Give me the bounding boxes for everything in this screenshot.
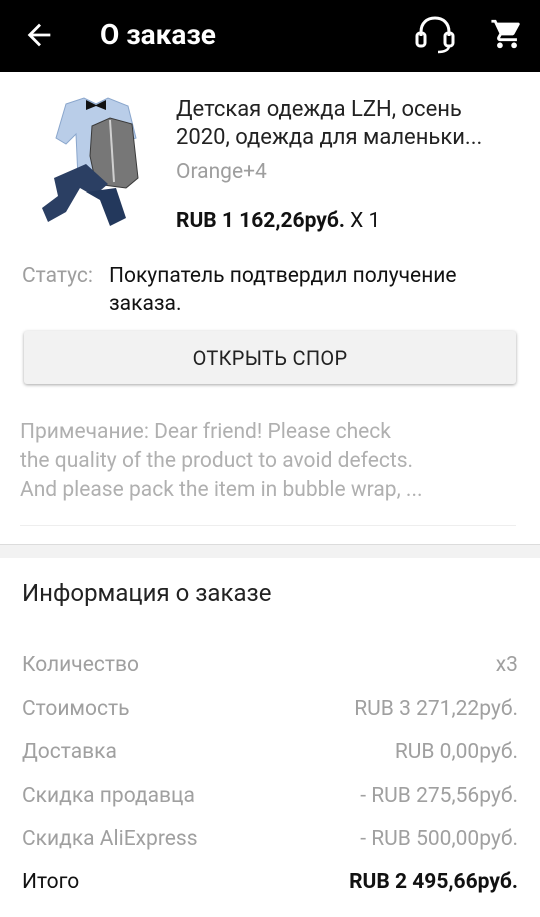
divider xyxy=(20,525,516,526)
product-price-line: RUB 1 162,26руб. X 1 xyxy=(176,207,380,235)
product-price: RUB 1 162,26руб. xyxy=(176,209,345,233)
product-title[interactable]: Детская одежда LZH, осень 2020, одежда д… xyxy=(176,96,516,152)
order-info-title: Информация о заказе xyxy=(22,579,272,607)
info-label: Стоимость xyxy=(22,697,130,721)
info-row-seller-discount: Скидка продавца - RUB 275,56руб. xyxy=(22,781,518,811)
app-bar: О заказе xyxy=(0,0,540,72)
seller-note: Примечание: Dear friend! Please check th… xyxy=(20,418,510,505)
info-value: - RUB 500,00руб. xyxy=(360,827,518,851)
cart-icon[interactable] xyxy=(490,16,524,52)
info-label: Итого xyxy=(22,870,80,894)
product-title-line1: Детская одежда LZH, осень xyxy=(176,97,462,122)
product-image[interactable] xyxy=(36,92,158,232)
headset-icon[interactable] xyxy=(413,14,457,54)
info-value: RUB 3 271,22руб. xyxy=(354,697,518,721)
note-text-line1: Dear friend! Please check xyxy=(148,420,391,444)
info-label: Скидка продавца xyxy=(22,784,195,808)
info-label: Скидка AliExpress xyxy=(22,827,198,851)
info-value: - RUB 275,56руб. xyxy=(360,784,518,808)
info-row-quantity: Количество x3 xyxy=(22,650,518,680)
note-label: Примечание: xyxy=(20,420,149,444)
info-row-total: Итого RUB 2 495,66руб. xyxy=(22,867,518,897)
note-line1: Примечание: Dear friend! Please check xyxy=(20,418,510,447)
order-status: Статус: Покупатель подтвердил получение … xyxy=(22,262,522,316)
status-label: Статус: xyxy=(22,264,93,288)
info-label: Количество xyxy=(22,653,139,677)
info-value: RUB 0,00руб. xyxy=(394,740,518,764)
product-quantity: X 1 xyxy=(350,209,381,233)
note-text-line3: And please pack the item in bubble wrap,… xyxy=(20,478,423,502)
product-title-line2: 2020, одежда для маленьки... xyxy=(176,125,483,150)
open-dispute-button[interactable]: ОТКРЫТЬ СПОР xyxy=(24,331,516,384)
info-value: x3 xyxy=(495,653,518,677)
product-variant: Orange+4 xyxy=(176,160,267,184)
info-value: RUB 2 495,66руб. xyxy=(349,870,518,894)
page-title: О заказе xyxy=(100,18,216,51)
arrow-left-icon[interactable] xyxy=(22,18,56,52)
section-separator xyxy=(0,544,540,558)
note-text-line2: the quality of the product to avoid defe… xyxy=(20,449,414,473)
status-text: Покупатель подтвердил получение заказа. xyxy=(109,264,457,316)
info-row-aliexpress-discount: Скидка AliExpress - RUB 500,00руб. xyxy=(22,824,518,854)
info-label: Доставка xyxy=(22,740,117,764)
info-row-shipping: Доставка RUB 0,00руб. xyxy=(22,737,518,767)
info-row-cost: Стоимость RUB 3 271,22руб. xyxy=(22,694,518,724)
